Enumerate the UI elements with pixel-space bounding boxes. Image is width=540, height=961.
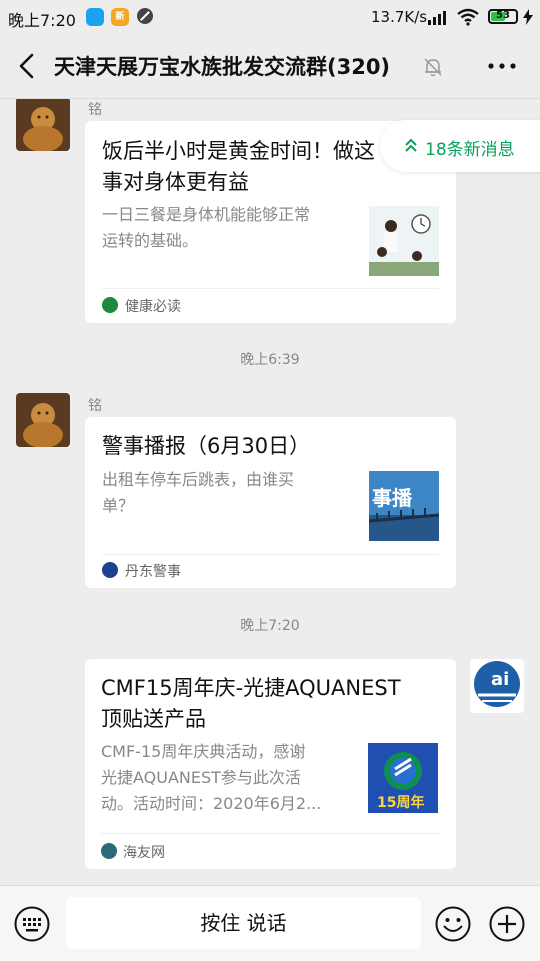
sender-name: 铭 bbox=[88, 398, 102, 414]
card-description-line2: 光捷AQUANEST参与此次活 bbox=[101, 768, 301, 787]
sender-avatar[interactable] bbox=[16, 99, 70, 151]
time-separator: 晚上6:39 bbox=[240, 352, 300, 368]
health-source-icon bbox=[102, 297, 118, 313]
card-divider bbox=[101, 833, 440, 834]
time-separator: 晚上7:20 bbox=[240, 618, 300, 634]
card-description-line3: 动。活动时间：2020年6月2... bbox=[101, 794, 322, 813]
link-card[interactable]: 警事播报（6月30日） 出租车停车后跳表，由谁买 单？ 事播 丹东警事 bbox=[85, 417, 456, 588]
bell-off-icon bbox=[424, 58, 442, 77]
chat-title: 天津天展万宝水族批发交流群(320) bbox=[54, 55, 391, 79]
emoji-icon[interactable] bbox=[435, 906, 471, 942]
card-title-line2: 事对身体更有益 bbox=[102, 170, 249, 194]
thumb-caption: 15周年 bbox=[377, 794, 424, 811]
status-bar: 晚上7:20 新 13.7K/s 53 bbox=[0, 0, 540, 34]
card-title-line2: 顶贴送产品 bbox=[101, 707, 206, 731]
card-description-line2: 运转的基础。 bbox=[102, 231, 199, 250]
battery-level: 53 bbox=[496, 10, 510, 21]
keyboard-icon[interactable] bbox=[14, 906, 50, 942]
own-avatar[interactable]: ai bbox=[470, 659, 524, 713]
status-time: 晚上7:20 bbox=[8, 11, 76, 30]
message-list[interactable]: 铭 饭后半小时是黄金时间！做这 事对身体更有益 一日三餐是身体机能能够正常 运转… bbox=[0, 99, 540, 885]
card-thumbnail: 15周年 bbox=[368, 743, 438, 813]
back-chevron-icon[interactable] bbox=[14, 52, 42, 80]
sender-name: 铭 bbox=[88, 102, 102, 118]
card-title: CMF15周年庆-光捷AQUANEST bbox=[101, 676, 401, 700]
card-thumbnail bbox=[369, 206, 439, 276]
charging-icon bbox=[523, 9, 533, 25]
sender-avatar[interactable] bbox=[16, 393, 70, 447]
card-source: 海友网 bbox=[123, 845, 165, 861]
thumb-caption: 事播 bbox=[372, 486, 413, 510]
card-source: 健康必读 bbox=[125, 299, 181, 315]
card-title: 警事播报（6月30日） bbox=[102, 434, 311, 458]
card-description: 一日三餐是身体机能能够正常 bbox=[102, 205, 311, 224]
network-speed: 13.7K/s bbox=[371, 8, 428, 26]
card-description-line2: 单？ bbox=[102, 496, 135, 515]
card-divider bbox=[102, 288, 439, 289]
card-title: 饭后半小时是黄金时间！做这 bbox=[102, 139, 375, 163]
hold-to-talk-button[interactable]: 按住 说话 bbox=[66, 897, 421, 949]
svg-text:ai: ai bbox=[491, 669, 509, 690]
card-divider bbox=[102, 554, 439, 555]
blocked-icon bbox=[137, 8, 153, 24]
more-dots-icon[interactable] bbox=[486, 54, 518, 78]
haiyou-source-icon bbox=[101, 843, 117, 859]
double-chevron-up-icon bbox=[405, 138, 417, 152]
plus-circle-icon[interactable] bbox=[489, 906, 525, 942]
new-messages-label: 18条新消息 bbox=[425, 140, 515, 160]
card-description: 出租车停车后跳表，由谁买 bbox=[102, 470, 295, 489]
card-thumbnail: 事播 bbox=[369, 471, 439, 541]
police-source-icon bbox=[102, 562, 118, 578]
chat-header: 天津天展万宝水族批发交流群(320) bbox=[0, 34, 540, 99]
new-messages-pill[interactable]: 18条新消息 bbox=[380, 120, 540, 172]
signal-icon bbox=[428, 11, 446, 25]
wifi-icon bbox=[457, 8, 479, 26]
link-card[interactable]: CMF15周年庆-光捷AQUANEST 顶贴送产品 CMF-15周年庆典活动，感… bbox=[85, 659, 456, 869]
card-description: CMF-15周年庆典活动，感谢 bbox=[101, 742, 306, 761]
chat-app-icon bbox=[86, 8, 104, 26]
news-app-icon: 新 bbox=[111, 8, 129, 26]
card-source: 丹东警事 bbox=[125, 564, 181, 580]
battery-icon: 53 bbox=[488, 9, 518, 24]
input-bar: 按住 说话 bbox=[0, 885, 540, 961]
